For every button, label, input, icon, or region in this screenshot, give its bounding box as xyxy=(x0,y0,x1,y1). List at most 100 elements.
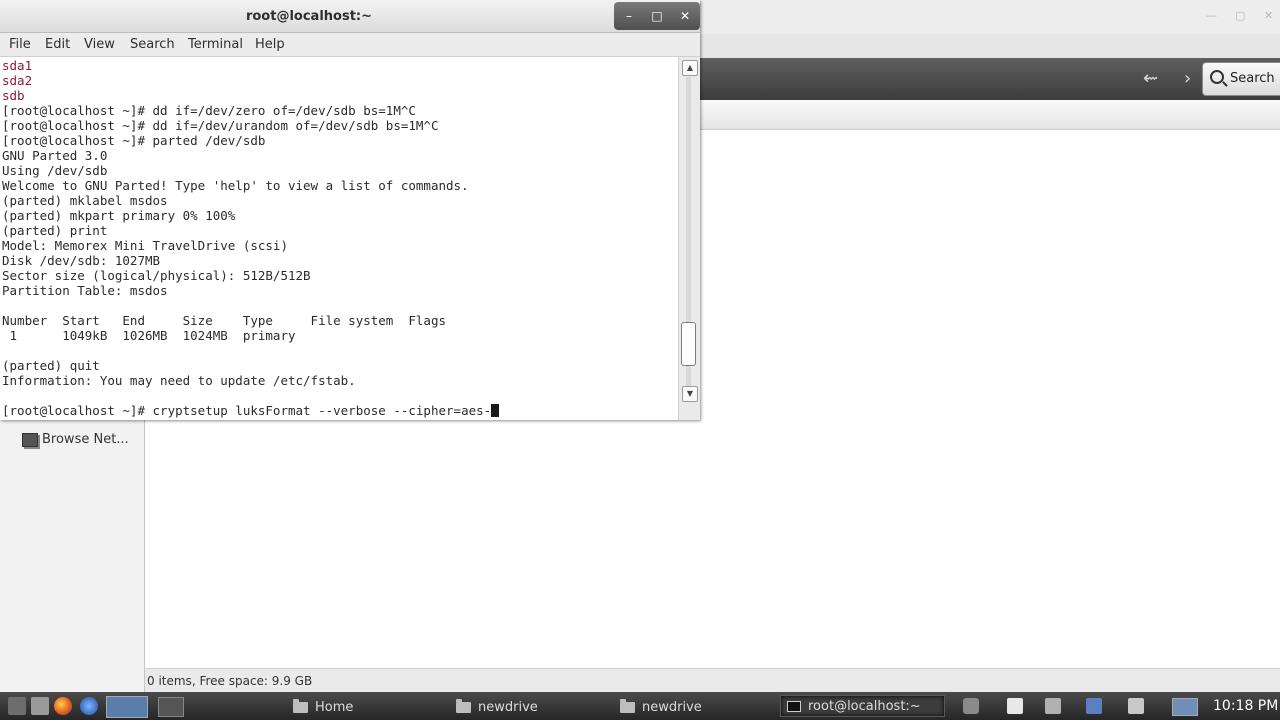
task-label: Home xyxy=(315,699,354,715)
terminal-line: (parted) mklabel msdos xyxy=(2,193,678,208)
forward-icon[interactable]: › xyxy=(1184,68,1191,89)
files-icon[interactable] xyxy=(31,697,49,715)
show-desktop-icon[interactable] xyxy=(8,697,26,715)
terminal-line: GNU Parted 3.0 xyxy=(2,148,678,163)
terminal-line: [root@localhost ~]# dd if=/dev/urandom o… xyxy=(2,118,678,133)
minimize-icon[interactable]: – xyxy=(618,7,640,25)
close-icon[interactable]: ✕ xyxy=(1264,9,1273,22)
menu-help[interactable]: Help xyxy=(255,37,285,52)
terminal-titlebar[interactable]: root@localhost:~ – □ ✕ xyxy=(0,0,700,33)
terminal-line-text: sda2 xyxy=(2,73,33,88)
scroll-up-icon[interactable]: ▲ xyxy=(682,60,698,76)
search-button[interactable]: Search xyxy=(1202,62,1280,96)
terminal-line: (parted) print xyxy=(2,223,678,238)
update-tray-icon[interactable] xyxy=(1086,698,1102,714)
maximize-icon[interactable]: □ xyxy=(646,7,668,25)
terminal-line: sda2 xyxy=(2,73,678,88)
sidebar-item-label: Browse Net... xyxy=(42,432,129,447)
task-newdrive-2[interactable]: newdrive xyxy=(620,696,702,718)
terminal-line-text: Number Start End Size Type File system F… xyxy=(2,313,447,328)
sidebar-item-browse-network[interactable]: Browse Net... xyxy=(22,432,129,447)
firefox-icon[interactable] xyxy=(54,697,72,715)
terminal-line-text: Model: Memorex Mini TravelDrive (scsi) xyxy=(2,238,288,253)
menu-view[interactable]: View xyxy=(84,37,115,52)
clock: 10:18 PM xyxy=(1213,698,1279,714)
menu-terminal[interactable]: Terminal xyxy=(188,37,243,52)
terminal-line-text: sda1 xyxy=(2,58,33,73)
terminal-line-text: (parted) mkpart primary 0% 100% xyxy=(2,208,236,223)
workspace-switcher-icon[interactable] xyxy=(106,696,148,718)
terminal-line: Welcome to GNU Parted! Type 'help' to vi… xyxy=(2,178,678,193)
task-home[interactable]: Home xyxy=(293,696,353,718)
task-label: newdrive xyxy=(642,699,702,715)
terminal-icon xyxy=(787,700,801,712)
menu-search[interactable]: Search xyxy=(130,37,175,52)
terminal-line: Information: You may need to update /etc… xyxy=(2,373,678,388)
network-tray-icon[interactable] xyxy=(963,698,979,714)
search-label: Search xyxy=(1230,71,1275,86)
path-bar xyxy=(700,100,1280,130)
folder-icon xyxy=(293,698,308,713)
network-icon xyxy=(22,432,38,447)
scroll-thumb[interactable] xyxy=(681,322,696,366)
back-icon[interactable]: ⇜ xyxy=(1143,68,1158,89)
terminal-line-text: [root@localhost ~]# parted /dev/sdb xyxy=(2,133,266,148)
terminal-window[interactable]: root@localhost:~ – □ ✕ File Edit View Se… xyxy=(0,0,700,420)
terminal-line: sda1 xyxy=(2,58,678,73)
window-title: root@localhost:~ xyxy=(245,9,373,24)
prompt-line: [root@localhost ~]# cryptsetup luksForma… xyxy=(2,403,678,418)
terminal-line-text: sdb xyxy=(2,88,25,103)
task-label: newdrive xyxy=(478,699,538,715)
terminal-line: (parted) quit xyxy=(2,358,678,373)
terminal-line: [root@localhost ~]# dd if=/dev/zero of=/… xyxy=(2,103,678,118)
terminal-line-text: 1 1049kB 1026MB 1024MB primary xyxy=(2,328,296,343)
terminal-output[interactable]: sda1 sda2 sdb [root@localhost ~]# dd if=/de… xyxy=(0,57,678,420)
clipboard-tray-icon[interactable] xyxy=(1128,698,1144,714)
menu-file[interactable]: File xyxy=(9,37,31,52)
search-icon xyxy=(1210,70,1224,84)
task-newdrive-1[interactable]: newdrive xyxy=(456,696,538,718)
browser-icon[interactable] xyxy=(80,697,98,715)
terminal-line-text: (parted) quit xyxy=(2,358,100,373)
terminal-line-text: Information: You may need to update /etc… xyxy=(2,373,356,388)
terminal-line-text: Using /dev/sdb xyxy=(2,163,108,178)
sidebar: Browse Net... xyxy=(0,420,145,692)
terminal-line: [root@localhost ~]# parted /dev/sdb xyxy=(2,133,678,148)
close-icon[interactable]: ✕ xyxy=(674,7,696,25)
terminal-line-text: (parted) mklabel msdos xyxy=(2,193,168,208)
minimize-icon[interactable]: — xyxy=(1206,9,1217,22)
terminal-line: Sector size (logical/physical): 512B/512… xyxy=(2,268,678,283)
terminal-menubar: File Edit View Search Terminal Help xyxy=(0,33,700,57)
scrollbar[interactable]: ▲ ▼ xyxy=(678,57,700,420)
terminal-line-text: Welcome to GNU Parted! Type 'help' to vi… xyxy=(2,178,469,193)
terminal-line-text: [root@localhost ~]# dd if=/dev/urandom o… xyxy=(2,118,439,133)
window-list-icon[interactable] xyxy=(158,697,184,717)
file-manager-titlebar: — ▢ ✕ xyxy=(700,0,1280,34)
notes-tray-icon[interactable] xyxy=(1007,698,1023,714)
terminal-line-text: Sector size (logical/physical): 512B/512… xyxy=(2,268,311,283)
window-controls: – □ ✕ xyxy=(614,2,700,30)
terminal-line: Partition Table: msdos xyxy=(2,283,678,298)
text-cursor xyxy=(491,404,500,417)
file-manager-menubar xyxy=(700,34,1280,58)
display-tray-icon[interactable] xyxy=(1172,698,1198,716)
maximize-icon[interactable]: ▢ xyxy=(1235,9,1245,22)
taskbar: Home newdrive newdrive root@localhost:~ … xyxy=(0,692,1280,720)
terminal-line: Using /dev/sdb xyxy=(2,163,678,178)
file-manager-toolbar: ⇜ › xyxy=(700,58,1280,100)
menu-edit[interactable]: Edit xyxy=(45,37,70,52)
terminal-line-text: Partition Table: msdos xyxy=(2,283,168,298)
status-bar: 0 items, Free space: 9.9 GB xyxy=(145,668,1280,692)
task-terminal[interactable]: root@localhost:~ xyxy=(780,695,945,717)
terminal-line-text: Disk /dev/sdb: 1027MB xyxy=(2,253,161,268)
terminal-line: Disk /dev/sdb: 1027MB xyxy=(2,253,678,268)
terminal-line: Number Start End Size Type File system F… xyxy=(2,313,678,328)
battery-tray-icon[interactable] xyxy=(1045,698,1061,714)
terminal-line-text: [root@localhost ~]# cryptsetup luksForma… xyxy=(2,403,492,418)
terminal-line: (parted) mkpart primary 0% 100% xyxy=(2,208,678,223)
terminal-line-text: [root@localhost ~]# dd if=/dev/zero of=/… xyxy=(2,103,416,118)
scroll-down-icon[interactable]: ▼ xyxy=(682,386,698,402)
